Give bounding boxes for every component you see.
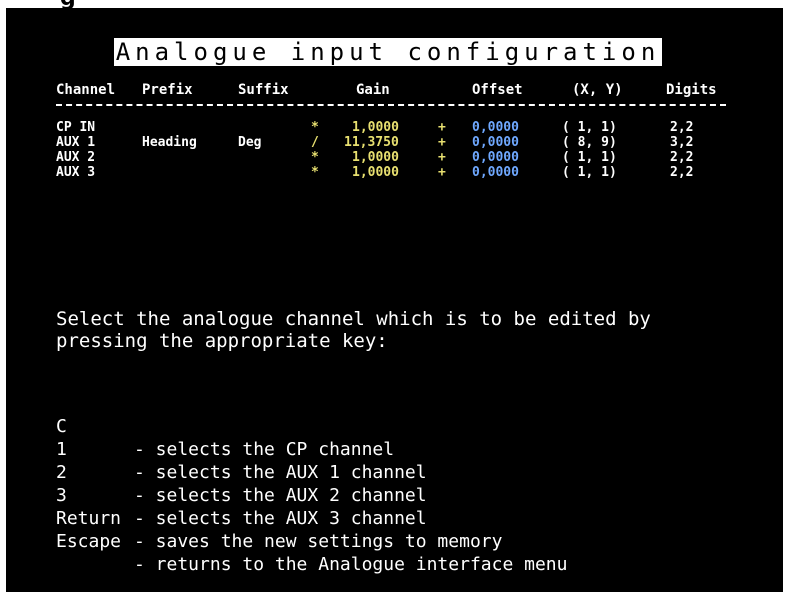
table-row[interactable]: AUX 3 * 1,0000 + 0,0000 ( 1, 1) 2,2 bbox=[56, 165, 726, 180]
terminal-screen: Analogue input configuration Channel Pre… bbox=[6, 8, 783, 592]
cell-channel: AUX 2 bbox=[56, 150, 96, 165]
cell-xy: ( 1, 1) bbox=[562, 120, 617, 135]
key-option-return[interactable]: Return - saves the new settings to memor… bbox=[56, 484, 756, 552]
cell-channel: AUX 1 bbox=[56, 135, 96, 150]
header-offset: Offset bbox=[472, 82, 523, 98]
cell-offset: 0,0000 bbox=[472, 150, 519, 165]
cell-op: * bbox=[311, 120, 319, 135]
cell-op: / bbox=[311, 135, 319, 150]
key-help-list: C - selects the CP channel 1 - selects t… bbox=[56, 392, 756, 575]
cell-channel: AUX 3 bbox=[56, 165, 96, 180]
key-option-aux2[interactable]: 2 - selects the AUX 2 channel bbox=[56, 438, 756, 506]
cell-plus: + bbox=[438, 120, 446, 135]
cell-digits: 2,2 bbox=[670, 150, 694, 165]
header-divider bbox=[56, 104, 726, 106]
cell-op: * bbox=[311, 165, 319, 180]
table-row[interactable]: CP IN * 1,0000 + 0,0000 ( 1, 1) 2,2 bbox=[56, 120, 726, 135]
cell-xy: ( 8, 9) bbox=[562, 135, 617, 150]
table-header: Channel Prefix Suffix Gain Offset (X, Y)… bbox=[56, 80, 726, 102]
cell-prefix: Heading bbox=[142, 135, 197, 150]
frame-top bbox=[0, 0, 789, 8]
cell-plus: + bbox=[438, 135, 446, 150]
key-label: Escape bbox=[56, 531, 122, 552]
cell-xy: ( 1, 1) bbox=[562, 150, 617, 165]
cell-plus: + bbox=[438, 165, 446, 180]
cell-offset: 0,0000 bbox=[472, 135, 519, 150]
cell-digits: 2,2 bbox=[670, 120, 694, 135]
cell-gain: 11,3750 bbox=[344, 135, 399, 150]
key-description: - saves the new settings to memory bbox=[134, 531, 503, 552]
header-digits: Digits bbox=[666, 82, 717, 98]
cell-suffix: Deg bbox=[238, 135, 262, 150]
cell-gain: 1,0000 bbox=[352, 165, 399, 180]
cell-gain: 1,0000 bbox=[352, 150, 399, 165]
cell-offset: 0,0000 bbox=[472, 120, 519, 135]
key-option-escape[interactable]: Escape - returns to the Analogue interfa… bbox=[56, 507, 756, 575]
header-channel: Channel bbox=[56, 82, 116, 98]
page-title: Analogue input configuration bbox=[114, 38, 662, 66]
table-row[interactable]: AUX 2 * 1,0000 + 0,0000 ( 1, 1) 2,2 bbox=[56, 150, 726, 165]
key-option-aux1[interactable]: 1 - selects the AUX 1 channel bbox=[56, 415, 756, 483]
header-prefix: Prefix bbox=[142, 82, 193, 98]
key-description: - returns to the Analogue interface menu bbox=[134, 554, 568, 575]
cell-channel: CP IN bbox=[56, 120, 96, 135]
cell-gain: 1,0000 bbox=[352, 120, 399, 135]
cell-digits: 2,2 bbox=[670, 165, 694, 180]
key-option-cp[interactable]: C - selects the CP channel bbox=[56, 392, 756, 460]
key-option-aux3[interactable]: 3 - selects the AUX 3 channel bbox=[56, 461, 756, 529]
cell-op: * bbox=[311, 150, 319, 165]
cell-digits: 3,2 bbox=[670, 135, 694, 150]
header-xy: (X, Y) bbox=[572, 82, 623, 98]
cell-xy: ( 1, 1) bbox=[562, 165, 617, 180]
channel-table: CP IN * 1,0000 + 0,0000 ( 1, 1) 2,2 AUX … bbox=[56, 120, 726, 180]
cell-offset: 0,0000 bbox=[472, 165, 519, 180]
instruction-line: pressing the appropriate key: bbox=[56, 330, 388, 352]
instructions: Select the analogue channel which is to … bbox=[56, 308, 756, 352]
header-gain: Gain bbox=[356, 82, 390, 98]
table-row[interactable]: AUX 1 Heading Deg / 11,3750 + 0,0000 ( 8… bbox=[56, 135, 726, 150]
header-suffix: Suffix bbox=[238, 82, 289, 98]
instruction-line: Select the analogue channel which is to … bbox=[56, 308, 651, 330]
cell-plus: + bbox=[438, 150, 446, 165]
